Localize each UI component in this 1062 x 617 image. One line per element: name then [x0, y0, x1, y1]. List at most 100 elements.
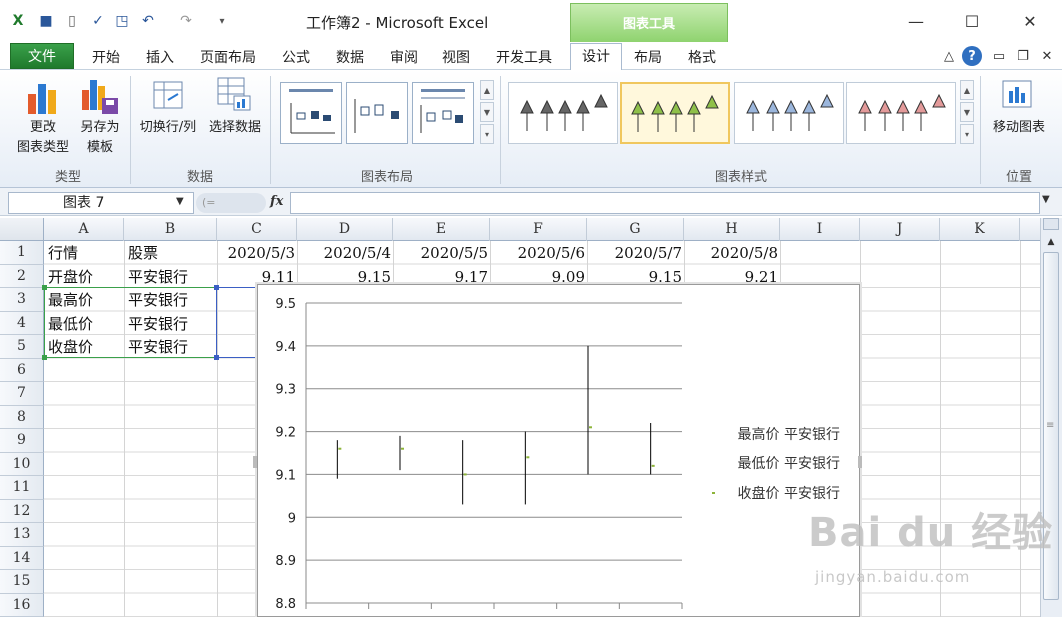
name-box[interactable]: 图表 7: [8, 192, 194, 214]
tab-view[interactable]: 视图: [442, 47, 470, 67]
row-header[interactable]: 13: [0, 523, 44, 547]
style-scroll-down-icon[interactable]: ▼: [960, 102, 974, 122]
move-chart-icon[interactable]: [1000, 78, 1034, 112]
redo-icon[interactable]: ↷: [176, 11, 196, 31]
cell-b1[interactable]: 股票: [128, 241, 158, 264]
tab-formulas[interactable]: 公式: [282, 47, 310, 67]
tab-insert[interactable]: 插入: [146, 47, 174, 67]
customize-quick-access-icon[interactable]: ▾: [212, 11, 232, 31]
spelling-check-icon[interactable]: ✓: [88, 11, 108, 31]
range-handle[interactable]: [42, 355, 47, 360]
row-header[interactable]: 11: [0, 476, 44, 500]
excel-logo-icon[interactable]: X: [8, 11, 28, 31]
stock-chart[interactable]: 9.5 9.4 9.3 9.2 9.1 9 8.9 8.8 最高价 平安银行 最低价 平安银行收…: [257, 284, 860, 617]
row-header[interactable]: 2: [0, 264, 44, 288]
chart-style-1-thumb[interactable]: [508, 82, 618, 144]
layout-more-icon[interactable]: ▾: [480, 124, 494, 144]
column-header-i[interactable]: I: [780, 218, 860, 241]
chart-resize-handle-right[interactable]: [858, 456, 862, 468]
switch-row-column-icon[interactable]: [150, 78, 186, 112]
select-data-button[interactable]: 选择数据: [204, 118, 266, 138]
row-header[interactable]: 6: [0, 358, 44, 382]
insert-function-icon[interactable]: fx: [270, 194, 283, 209]
cell-f1[interactable]: 2020/5/6: [490, 241, 585, 264]
row-header[interactable]: 12: [0, 499, 44, 523]
cell-d1[interactable]: 2020/5/4: [297, 241, 391, 264]
cell-b2[interactable]: 平安银行: [128, 265, 188, 288]
switch-row-column-button[interactable]: 切换行/列: [132, 118, 204, 138]
tab-chart-layout[interactable]: 布局: [634, 47, 662, 67]
select-all-corner[interactable]: [0, 218, 44, 241]
save-icon[interactable]: ■: [36, 11, 56, 31]
move-chart-button[interactable]: 移动图表: [984, 118, 1054, 138]
row-header[interactable]: 15: [0, 570, 44, 594]
expand-formula-bar-icon[interactable]: ▼: [1042, 194, 1050, 205]
column-header-a[interactable]: A: [44, 218, 124, 241]
change-chart-type-button[interactable]: 更改 图表类型: [10, 118, 76, 158]
name-box-dropdown-icon[interactable]: ▼: [176, 196, 184, 207]
print-preview-icon[interactable]: ◳: [112, 11, 132, 31]
column-header-f[interactable]: F: [490, 218, 587, 241]
cell-a2[interactable]: 开盘价: [48, 265, 93, 288]
cell-e1[interactable]: 2020/5/5: [393, 241, 488, 264]
cell-c1[interactable]: 2020/5/3: [217, 241, 295, 264]
layout-scroll-down-icon[interactable]: ▼: [480, 102, 494, 122]
row-header[interactable]: 9: [0, 429, 44, 453]
column-header-e[interactable]: E: [393, 218, 490, 241]
column-header-j[interactable]: J: [860, 218, 940, 241]
tab-home[interactable]: 开始: [92, 47, 120, 67]
column-header-d[interactable]: D: [297, 218, 393, 241]
style-scroll-up-icon[interactable]: ▲: [960, 80, 974, 100]
column-header-c[interactable]: C: [217, 218, 297, 241]
row-header[interactable]: 7: [0, 382, 44, 406]
cell-g1[interactable]: 2020/5/7: [587, 241, 682, 264]
minimize-button[interactable]: —: [896, 8, 936, 34]
split-box[interactable]: [1043, 218, 1059, 230]
tab-design[interactable]: 设计: [570, 43, 622, 71]
workbook-minimize-icon[interactable]: ▭: [990, 47, 1008, 65]
minimize-ribbon-icon[interactable]: △: [940, 47, 958, 65]
workbook-close-icon[interactable]: ✕: [1038, 47, 1056, 65]
new-document-icon[interactable]: ▯: [62, 11, 82, 31]
tab-developer[interactable]: 开发工具: [496, 47, 552, 67]
chart-style-4-thumb[interactable]: [846, 82, 956, 144]
range-handle[interactable]: [214, 355, 219, 360]
tab-data[interactable]: 数据: [336, 47, 364, 67]
row-header[interactable]: 4: [0, 311, 44, 335]
style-more-icon[interactable]: ▾: [960, 124, 974, 144]
row-header[interactable]: 8: [0, 405, 44, 429]
row-header[interactable]: 3: [0, 288, 44, 312]
row-header[interactable]: 1: [0, 241, 44, 265]
save-as-template-icon[interactable]: [80, 76, 120, 116]
select-data-icon[interactable]: [216, 76, 252, 112]
help-icon[interactable]: ?: [962, 46, 982, 66]
workbook-restore-icon[interactable]: ❐: [1014, 47, 1032, 65]
tab-file[interactable]: 文件: [10, 43, 74, 69]
row-header[interactable]: 10: [0, 452, 44, 476]
column-header-g[interactable]: G: [587, 218, 684, 241]
chart-layout-3-thumb[interactable]: [412, 82, 474, 144]
layout-scroll-up-icon[interactable]: ▲: [480, 80, 494, 100]
tab-review[interactable]: 审阅: [390, 47, 418, 67]
tab-page-layout[interactable]: 页面布局: [200, 47, 256, 67]
scroll-up-arrow-icon[interactable]: ▲: [1043, 234, 1059, 250]
row-header[interactable]: 16: [0, 593, 44, 617]
range-handle[interactable]: [214, 285, 219, 290]
save-as-template-button[interactable]: 另存为 模板: [74, 118, 126, 158]
range-handle[interactable]: [42, 285, 47, 290]
column-header-k[interactable]: K: [940, 218, 1020, 241]
chart-layout-2-thumb[interactable]: [346, 82, 408, 144]
chart-layout-1-thumb[interactable]: [280, 82, 342, 144]
tab-format[interactable]: 格式: [688, 47, 716, 67]
chart-resize-handle-left[interactable]: [253, 456, 257, 468]
column-header-b[interactable]: B: [124, 218, 217, 241]
undo-icon[interactable]: ↶: [138, 11, 158, 31]
chart-style-2-thumb[interactable]: [620, 82, 730, 144]
row-header[interactable]: 5: [0, 335, 44, 359]
row-header[interactable]: 14: [0, 546, 44, 570]
column-header-h[interactable]: H: [684, 218, 780, 241]
close-button[interactable]: ✕: [1010, 8, 1050, 34]
cell-h1[interactable]: 2020/5/8: [684, 241, 778, 264]
chart-style-3-thumb[interactable]: [734, 82, 844, 144]
cell-a1[interactable]: 行情: [48, 241, 78, 264]
